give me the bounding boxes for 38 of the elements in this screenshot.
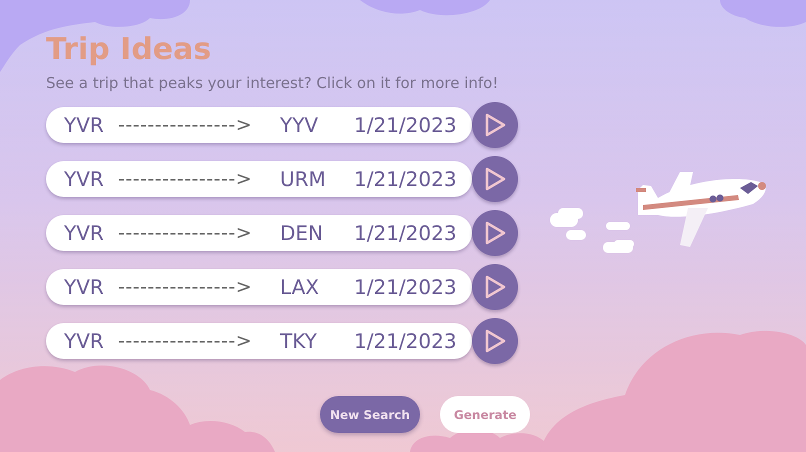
- new-search-button[interactable]: New Search: [320, 396, 420, 433]
- subtitle-text: See a trip that peaks your interest? Click on it for more info!: [46, 74, 500, 92]
- play-icon: [484, 167, 506, 191]
- trip-date: 1/21/2023: [354, 167, 457, 191]
- play-button[interactable]: [472, 318, 518, 364]
- play-icon: [484, 275, 506, 299]
- destination-code: TKY: [280, 329, 318, 353]
- page-title: Trip Ideas: [46, 31, 212, 69]
- trip-date: 1/21/2023: [354, 113, 457, 137]
- destination-code: URM: [280, 167, 327, 191]
- trip-item[interactable]: YVR ----------------> URM 1/21/2023: [46, 161, 472, 197]
- play-icon: [484, 329, 506, 353]
- route-arrow: ---------------->: [118, 168, 254, 190]
- origin-code: YVR: [64, 329, 105, 353]
- play-icon: [484, 113, 506, 137]
- destination-code: DEN: [280, 221, 324, 245]
- trip-item[interactable]: YVR ----------------> DEN 1/21/2023: [46, 215, 472, 251]
- route-arrow: ---------------->: [118, 222, 254, 244]
- trip-date: 1/21/2023: [354, 275, 457, 299]
- play-button[interactable]: [472, 210, 518, 256]
- play-button[interactable]: [472, 156, 518, 202]
- destination-code: LAX: [280, 275, 320, 299]
- trip-item[interactable]: YVR ----------------> LAX 1/21/2023: [46, 269, 472, 305]
- trip-item[interactable]: YVR ----------------> YYV 1/21/2023: [46, 107, 472, 143]
- play-button[interactable]: [472, 102, 518, 148]
- origin-code: YVR: [64, 167, 105, 191]
- origin-code: YVR: [64, 221, 105, 245]
- play-button[interactable]: [472, 264, 518, 310]
- play-icon: [484, 221, 506, 245]
- route-arrow: ---------------->: [118, 330, 254, 352]
- trip-date: 1/21/2023: [354, 329, 457, 353]
- origin-code: YVR: [64, 113, 105, 137]
- route-arrow: ---------------->: [118, 276, 254, 298]
- origin-code: YVR: [64, 275, 105, 299]
- route-arrow: ---------------->: [118, 114, 254, 136]
- trip-item[interactable]: YVR ----------------> TKY 1/21/2023: [46, 323, 472, 359]
- destination-code: YYV: [280, 113, 320, 137]
- trip-date: 1/21/2023: [354, 221, 457, 245]
